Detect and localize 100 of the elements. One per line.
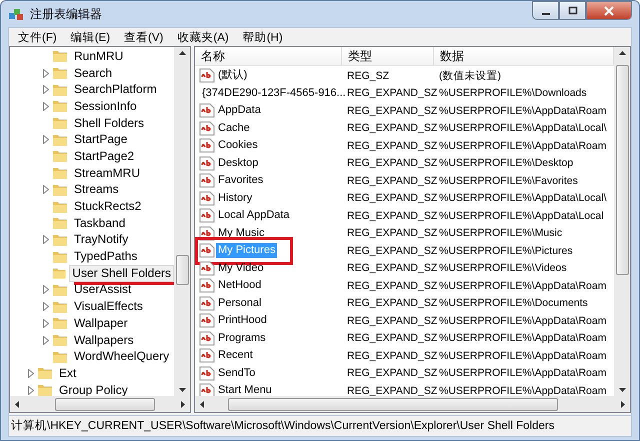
folder-icon: [52, 182, 68, 197]
table-cell-text: %USERPROFILE%\AppData\Local: [438, 208, 605, 224]
table-cell-text: %USERPROFILE%\AppData\Roam: [438, 138, 608, 154]
scroll-right-icon[interactable]: [621, 400, 625, 408]
string-value-icon: [199, 348, 215, 364]
scroll-right-icon[interactable]: [181, 400, 185, 408]
string-value-icon: [199, 208, 215, 224]
folder-icon: [52, 333, 68, 348]
tree-item[interactable]: User Shell Folders: [69, 264, 174, 282]
table-cell-text: %USERPROFILE%\Favorites: [438, 174, 579, 189]
close-button[interactable]: [586, 1, 632, 20]
string-value-icon: [199, 330, 215, 346]
status-bar: 计算机\HKEY_CURRENT_USER\Software\Microsoft\Windows\CurrentVersion\Explorer\User Shell Folders: [8, 415, 632, 437]
tree-item[interactable]: Wallpaper: [71, 314, 131, 332]
tree-item[interactable]: StreamMRU: [71, 164, 144, 182]
value-name[interactable]: History: [216, 190, 254, 206]
vertical-scrollbar[interactable]: [614, 47, 630, 396]
string-value-icon: [199, 103, 215, 118]
value-name[interactable]: PrintHood: [216, 313, 269, 328]
folder-icon: [52, 116, 68, 130]
table-cell-text: %USERPROFILE%\AppData\Roam: [438, 278, 608, 294]
folder-icon: [52, 300, 68, 314]
scroll-up-icon[interactable]: [178, 51, 186, 55]
value-name[interactable]: AppData: [216, 103, 263, 118]
menu-item[interactable]: 查看(V): [117, 30, 170, 44]
tree-item[interactable]: Ext: [56, 364, 80, 382]
string-value-icon: [199, 278, 215, 294]
value-name[interactable]: NetHood: [216, 278, 264, 294]
menu-item[interactable]: 收藏夹(A): [170, 30, 236, 44]
tree-item[interactable]: VisualEffects: [71, 298, 146, 316]
folder-icon: [52, 200, 68, 214]
horizontal-scrollbar[interactable]: [195, 396, 630, 412]
value-name[interactable]: Programs: [216, 330, 268, 346]
value-name[interactable]: Desktop: [216, 156, 260, 171]
minimize-button[interactable]: [532, 1, 559, 20]
value-name[interactable]: Favorites: [216, 173, 266, 188]
value-name[interactable]: Start Menu: [216, 383, 274, 396]
horizontal-scrollbar[interactable]: [10, 396, 190, 412]
tree-item[interactable]: Streams: [71, 181, 122, 198]
value-name[interactable]: Cookies: [216, 138, 260, 154]
tree-item[interactable]: RunMRU: [71, 48, 126, 65]
scroll-left-icon[interactable]: [15, 400, 19, 408]
column-header[interactable]: 名称: [195, 47, 342, 65]
scrollbar-thumb[interactable]: [228, 398, 558, 410]
value-name[interactable]: My Music: [216, 226, 266, 241]
value-name[interactable]: Recent: [216, 348, 255, 364]
vertical-scrollbar[interactable]: [174, 47, 190, 396]
value-name[interactable]: Personal: [216, 296, 264, 311]
tree-item[interactable]: SessionInfo: [71, 98, 140, 115]
tree-item[interactable]: Group Policy: [56, 382, 131, 396]
tree-item[interactable]: WordWheelQuery: [71, 348, 172, 366]
tree-item[interactable]: Search: [71, 64, 116, 82]
table-cell-text: %USERPROFILE%\AppData\Roam: [438, 384, 608, 396]
folder-icon: [52, 132, 68, 147]
tree-item[interactable]: SearchPlatform: [71, 81, 160, 98]
tree-item[interactable]: TrayNotify: [71, 231, 132, 248]
scroll-up-icon[interactable]: [618, 51, 626, 55]
folder-icon: [52, 149, 68, 164]
folder-icon: [52, 99, 68, 114]
expand-icon[interactable]: [43, 135, 49, 144]
tree-item[interactable]: Shell Folders: [71, 114, 148, 132]
registry-cubes-icon: [8, 6, 24, 22]
value-name[interactable]: SendTo: [216, 366, 258, 381]
string-value-icon: [199, 260, 215, 276]
scrollbar-thumb[interactable]: [176, 255, 188, 285]
scrollbar-thumb[interactable]: [616, 65, 628, 275]
tree-item[interactable]: StartPage: [71, 131, 130, 148]
scroll-left-icon[interactable]: [200, 400, 204, 408]
value-name[interactable]: My Video: [216, 260, 266, 276]
table-cell-text: %USERPROFILE%\AppData\Roam: [438, 366, 608, 382]
value-name[interactable]: Cache: [216, 120, 252, 136]
folder-icon: [52, 350, 68, 364]
scroll-down-icon[interactable]: [178, 388, 186, 392]
tree-item[interactable]: Taskband: [71, 214, 128, 232]
scrollbar-thumb[interactable]: [55, 398, 155, 410]
tree-item[interactable]: StuckRects2: [71, 198, 144, 216]
value-name[interactable]: (默认): [216, 68, 250, 84]
scroll-down-icon[interactable]: [618, 388, 626, 392]
tree-item[interactable]: UserAssist: [71, 281, 134, 298]
tree-item[interactable]: TypedPaths: [71, 248, 140, 266]
menu-item[interactable]: 文件(F): [11, 30, 64, 44]
menu-item[interactable]: 帮助(H): [236, 30, 290, 44]
value-name[interactable]: Local AppData: [216, 208, 292, 224]
table-cell-text: %USERPROFILE%\AppData\Roam: [438, 331, 608, 346]
string-value-icon: [199, 68, 215, 84]
string-value-icon: [199, 138, 215, 154]
maximize-button[interactable]: [559, 1, 586, 20]
expand-icon[interactable]: [43, 185, 49, 194]
folder-icon: [52, 266, 66, 280]
menu-item[interactable]: 编辑(E): [64, 30, 118, 44]
tree-item[interactable]: StartPage2: [71, 148, 138, 165]
value-name[interactable]: {374DE290-123F-4565-916...: [200, 86, 348, 101]
table-cell-text: %USERPROFILE%\AppData\Roam: [438, 348, 608, 364]
folder-icon: [52, 66, 68, 80]
tree-item[interactable]: Wallpapers: [71, 332, 137, 349]
table-cell-text: %USERPROFILE%\Documents: [438, 296, 589, 312]
expand-icon[interactable]: [43, 235, 49, 244]
column-header[interactable]: 类型: [342, 47, 434, 65]
string-value-icon: [199, 313, 215, 328]
minimize-icon: [542, 12, 550, 14]
